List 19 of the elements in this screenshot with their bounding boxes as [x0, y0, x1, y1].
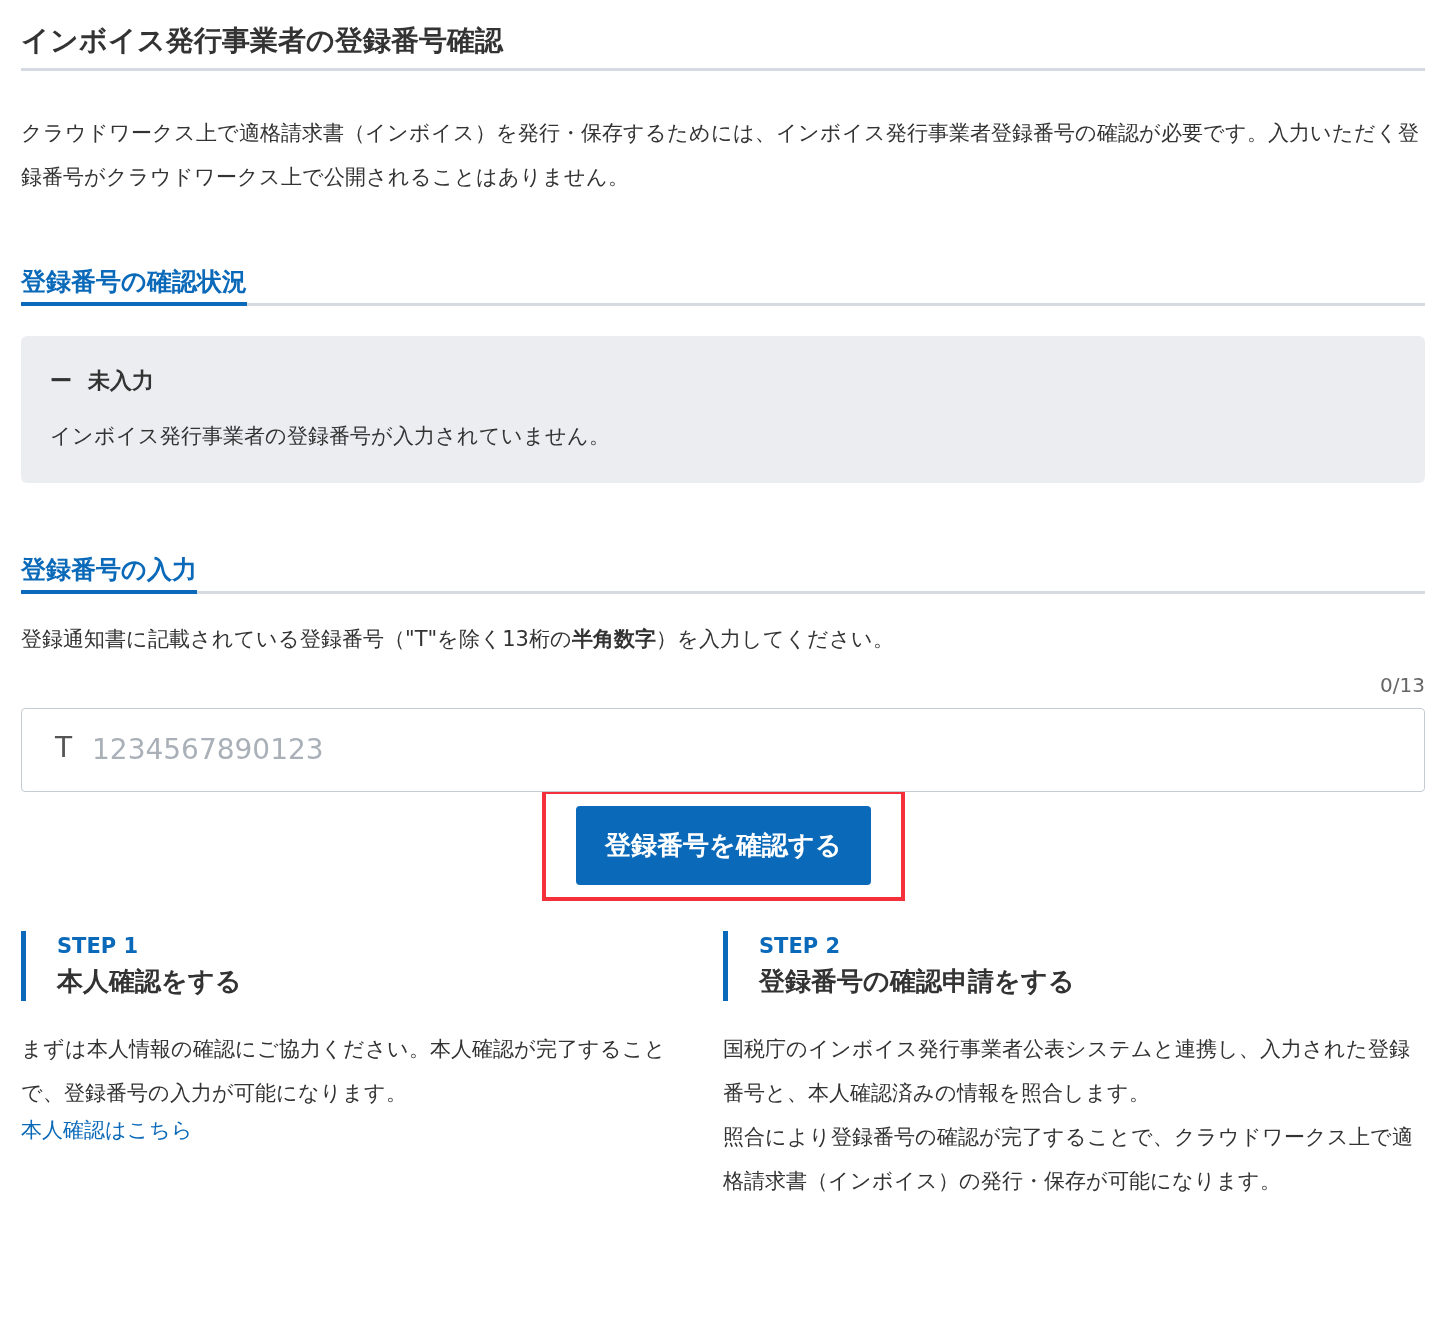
- section-heading: 登録番号の入力: [21, 550, 197, 595]
- status-message: インボイス発行事業者の登録番号が入力されていません。: [50, 423, 611, 451]
- step-number: STEP 1: [57, 932, 140, 960]
- step-title: 本人確認をする: [57, 965, 243, 999]
- step-description: 照合により登録番号の確認が完了することで、クラウドワークス上で適格請求書（インボイス）の発行・保存が可能になります。: [723, 1124, 1414, 1196]
- step-description: 国税庁のインボイス発行事業者公表システムと連携し、入力された登録番号と、本人確認済みの情報を照合します。: [723, 1036, 1411, 1108]
- section-heading: 登録番号の確認状況: [21, 262, 247, 307]
- instruction-text: 登録通知書に記載されている登録番号（"T"を除く13桁の半角数字）を入力してください。: [21, 626, 895, 654]
- step-number: STEP 2: [759, 932, 842, 960]
- character-counter: 0/13: [1379, 671, 1425, 699]
- intro-text: クラウドワークス上で適格請求書（インボイス）を発行・保存するためには、インボイス発行事業者登録番号の確認が必要です。入力いただく登録番号がクラウドワークス上で公開されることはありません。: [21, 119, 1420, 191]
- page-title: インボイス発行事業者の登録番号確認: [21, 24, 1425, 71]
- step-description: まずは本人情報の確認にご協力ください。本人確認が完了することで、登録番号の入力が可能になります。: [21, 1036, 667, 1108]
- confirm-button[interactable]: 登録番号を確認する: [575, 805, 871, 885]
- field-prefix: T: [55, 729, 73, 766]
- step-title: 登録番号の確認申請をする: [759, 965, 1076, 999]
- dash-icon: ー: [50, 364, 72, 398]
- identity-verification-link[interactable]: 本人確認はこちら: [21, 1118, 193, 1143]
- status-label: 未入力: [88, 367, 154, 396]
